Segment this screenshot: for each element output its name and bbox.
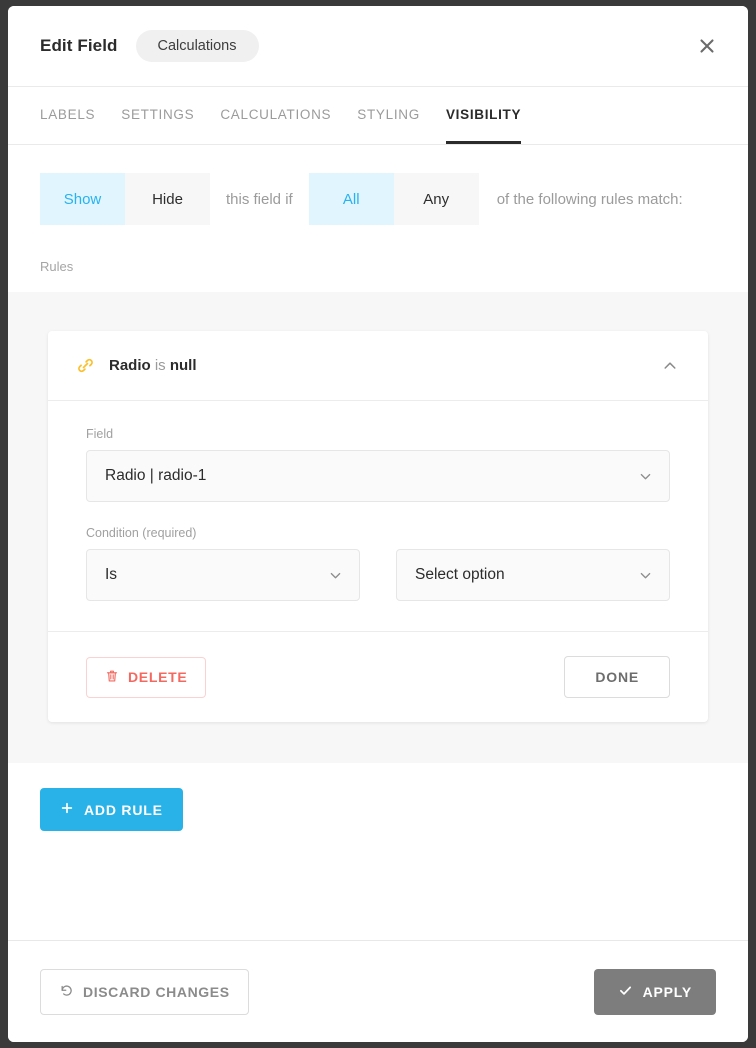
- condition-trailing-text: of the following rules match:: [496, 190, 683, 208]
- apply-button[interactable]: APPLY: [593, 968, 716, 1015]
- delete-button-label: DELETE: [128, 669, 188, 685]
- toggle-show[interactable]: Show: [40, 173, 125, 225]
- condition-label: Condition (required): [86, 526, 197, 540]
- rule-card-body: Field Radio | radio-1 Condition (require…: [48, 401, 708, 631]
- rule-actions: DELETE DONE: [48, 631, 708, 722]
- toggle-hide[interactable]: Hide: [125, 173, 210, 225]
- add-rule-area: ADD RULE: [8, 763, 748, 864]
- condition-middle-text: this field if: [226, 190, 293, 208]
- done-button[interactable]: DONE: [564, 656, 670, 698]
- visibility-toggle-group: Show Hide: [40, 173, 210, 225]
- tab-labels[interactable]: LABELS: [40, 87, 95, 144]
- apply-button-label: APPLY: [642, 983, 692, 1000]
- toggle-all[interactable]: All: [308, 173, 394, 225]
- field-select[interactable]: Radio | radio-1: [86, 450, 670, 502]
- edit-field-dialog: Edit Field Calculations LABELS SETTINGS …: [8, 6, 748, 1042]
- rule-card: Radio is null Field Radio | radio-1 Cond…: [48, 331, 708, 722]
- chevron-down-icon: [328, 568, 343, 583]
- tab-settings[interactable]: SETTINGS: [121, 87, 194, 144]
- tab-calculations[interactable]: CALCULATIONS: [220, 87, 331, 144]
- option-select-wrap: Select option: [396, 549, 670, 601]
- field-type-chip: Calculations: [135, 29, 259, 63]
- add-rule-button[interactable]: ADD RULE: [40, 788, 183, 831]
- chevron-down-icon: [638, 469, 653, 484]
- tab-styling[interactable]: STYLING: [357, 87, 420, 144]
- chevron-up-icon[interactable]: [658, 354, 682, 378]
- operator-select[interactable]: Is: [86, 549, 360, 601]
- visibility-condition-bar: Show Hide this field if All Any of the f…: [8, 145, 748, 225]
- tab-bar: LABELS SETTINGS CALCULATIONS STYLING VIS…: [8, 87, 748, 145]
- rule-card-header[interactable]: Radio is null: [48, 331, 708, 401]
- rule-summary: Radio is null: [109, 357, 197, 374]
- dialog-header: Edit Field Calculations: [8, 6, 748, 87]
- rules-section: Radio is null Field Radio | radio-1 Cond…: [8, 292, 748, 763]
- option-select-value: Select option: [415, 566, 505, 583]
- delete-button[interactable]: DELETE: [86, 656, 207, 698]
- check-icon: [618, 983, 633, 1001]
- add-rule-button-label: ADD RULE: [84, 801, 163, 818]
- page-title: Edit Field: [40, 36, 118, 55]
- link-icon: [76, 356, 95, 375]
- operator-select-value: Is: [105, 566, 118, 583]
- field-selector-group: Field Radio | radio-1: [86, 427, 670, 502]
- discard-changes-button[interactable]: DISCARD CHANGES: [40, 968, 249, 1015]
- condition-row: Is Select option: [86, 549, 670, 631]
- undo-icon: [59, 983, 74, 1001]
- operator-select-wrap: Is: [86, 549, 360, 601]
- rules-section-label: Rules: [8, 225, 748, 292]
- plus-icon: [60, 801, 74, 818]
- close-icon[interactable]: [690, 29, 724, 63]
- rule-summary-value: null: [169, 357, 197, 374]
- discard-changes-button-label: DISCARD CHANGES: [83, 983, 230, 1000]
- rule-summary-field: Radio: [109, 357, 151, 374]
- trash-icon: [105, 669, 119, 686]
- option-select[interactable]: Select option: [396, 549, 670, 601]
- toggle-any[interactable]: Any: [393, 173, 479, 225]
- field-select-value: Radio | radio-1: [105, 467, 207, 484]
- rule-summary-operator: is: [154, 357, 166, 374]
- chevron-down-icon: [638, 568, 653, 583]
- dialog-footer: DISCARD CHANGES APPLY: [8, 940, 748, 1042]
- match-toggle-group: All Any: [308, 173, 479, 225]
- condition-group: Condition (required) Is Select option: [86, 526, 670, 631]
- field-label: Field: [86, 427, 114, 441]
- tab-visibility[interactable]: VISIBILITY: [445, 87, 522, 144]
